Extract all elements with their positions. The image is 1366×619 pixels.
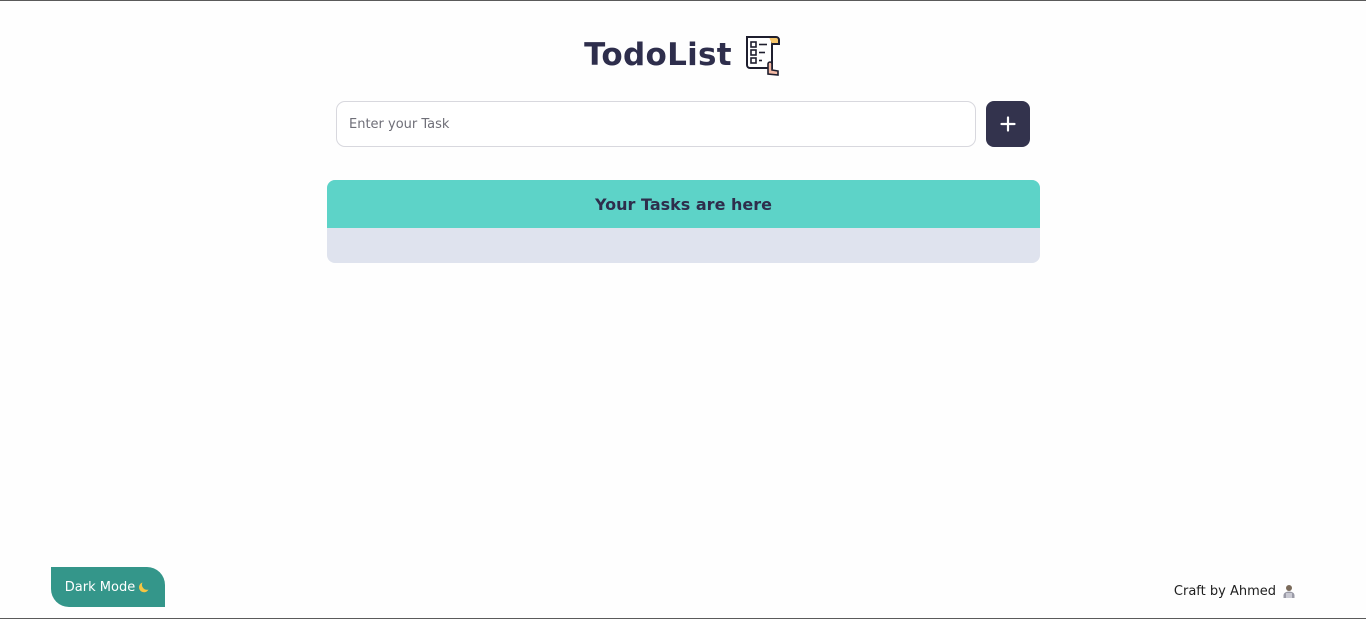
checklist-icon bbox=[744, 34, 782, 76]
tasks-list bbox=[327, 228, 1040, 263]
dark-mode-toggle[interactable]: Dark Mode bbox=[51, 567, 165, 607]
plus-icon bbox=[1000, 116, 1016, 132]
task-input-row bbox=[336, 101, 1030, 147]
tasks-panel: Your Tasks are here bbox=[327, 180, 1040, 263]
moon-icon bbox=[139, 581, 151, 593]
page-title: TodoList bbox=[584, 37, 732, 73]
credit-text: Craft by Ahmed bbox=[1173, 583, 1276, 599]
app-header: TodoList bbox=[0, 31, 1366, 79]
footer-credit: Craft by Ahmed bbox=[1174, 581, 1296, 601]
tasks-heading: Your Tasks are here bbox=[595, 194, 772, 214]
dark-mode-label: Dark Mode bbox=[64, 579, 136, 595]
add-task-button[interactable] bbox=[986, 101, 1030, 147]
task-input[interactable] bbox=[336, 101, 976, 147]
tasks-panel-header: Your Tasks are here bbox=[327, 180, 1040, 228]
person-icon bbox=[1282, 584, 1296, 598]
